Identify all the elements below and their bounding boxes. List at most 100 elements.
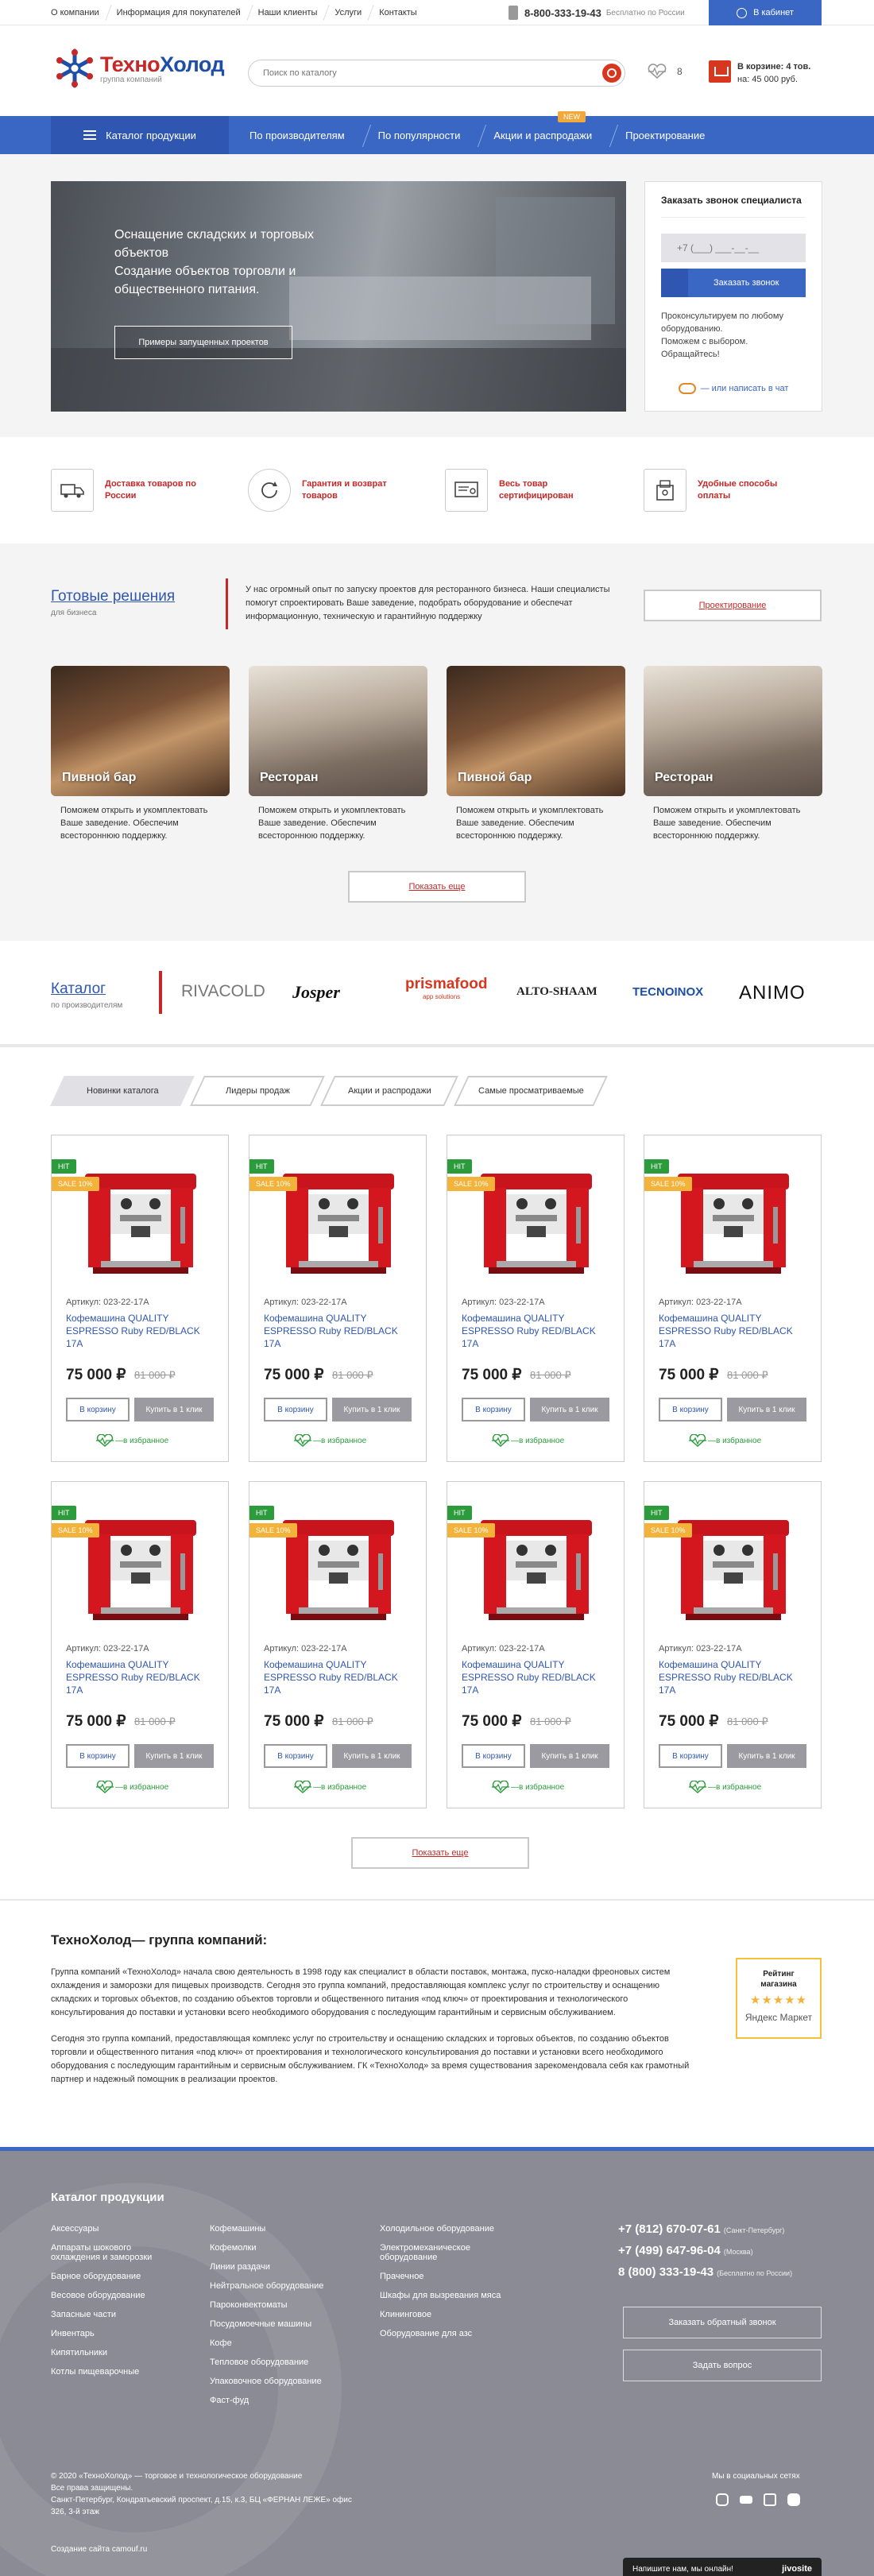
footer-link[interactable]: Прачечное [380, 2272, 523, 2281]
tab-most-viewed[interactable]: Самые просматриваемые [454, 1076, 608, 1106]
footer-link[interactable]: Посудомоечные машины [210, 2319, 369, 2329]
topnav-about[interactable]: О компании [51, 8, 109, 17]
footer-link[interactable]: Аксессуары [51, 2224, 194, 2234]
logo[interactable]: ТехноХолод группа компаний [54, 48, 225, 89]
nav-by-popularity[interactable]: По популярности [367, 130, 483, 141]
product-name[interactable]: Кофемашина QUALITY ESPRESSO Ruby RED/BLA… [462, 1658, 613, 1696]
brand-prismafood[interactable]: prismafood app solutions [405, 976, 487, 1000]
show-more-products-button[interactable]: Показать еще [351, 1837, 529, 1869]
add-to-favorites[interactable]: — в избранное [687, 1434, 761, 1447]
top-phone-number[interactable]: 8-800-333-19-43 [524, 7, 601, 19]
add-to-cart-button[interactable]: В корзину [462, 1744, 525, 1768]
buy-one-click-button[interactable]: Купить в 1 клик [332, 1744, 412, 1768]
add-to-favorites[interactable]: — в избранное [687, 1781, 761, 1793]
topnav-clients[interactable]: Наши клиенты [258, 8, 327, 17]
add-to-favorites[interactable]: — в избранное [95, 1781, 168, 1793]
footer-phone[interactable]: +7 (812) 670-07-61 (Санкт-Петербург) [618, 2222, 792, 2236]
brands-title[interactable]: Каталог [51, 981, 122, 998]
footer-link[interactable]: Шкафы для вызревания мяса [380, 2291, 523, 2300]
add-to-cart-button[interactable]: В корзину [659, 1744, 722, 1768]
footer-link[interactable]: Весовое оборудование [51, 2291, 194, 2300]
footer-link[interactable]: Барное оборудование [51, 2272, 194, 2281]
product-card[interactable]: HIT SALE 10% Артикул: 023-22-17А Кофемашина… [447, 1481, 625, 1808]
brand-tecnoinox[interactable]: TECNOINOX [632, 985, 703, 999]
callback-phone-input[interactable] [661, 234, 806, 262]
product-card[interactable]: HIT SALE 10% Артикул: 023-22-17А Кофемашина… [51, 1135, 229, 1462]
product-card[interactable]: HIT SALE 10% Артикул: 023-22-17А Кофемашина… [644, 1135, 822, 1462]
add-to-cart-button[interactable]: В корзину [264, 1398, 327, 1421]
buy-one-click-button[interactable]: Купить в 1 клик [530, 1398, 609, 1421]
topnav-buyers-info[interactable]: Информация для покупателей [117, 8, 250, 17]
product-name[interactable]: Кофемашина QUALITY ESPRESSO Ruby RED/BLA… [659, 1312, 810, 1350]
show-more-solutions-button[interactable]: Показать еще [348, 871, 526, 903]
search-icon[interactable] [602, 64, 621, 83]
add-to-cart-button[interactable]: В корзину [66, 1744, 130, 1768]
add-to-cart-button[interactable]: В корзину [66, 1398, 130, 1421]
product-name[interactable]: Кофемашина QUALITY ESPRESSO Ruby RED/BLA… [462, 1312, 613, 1350]
product-card[interactable]: HIT SALE 10% Артикул: 023-22-17А Кофемашина… [249, 1481, 427, 1808]
footer-link[interactable]: Фаст-фуд [210, 2396, 369, 2405]
product-name[interactable]: Кофемашина QUALITY ESPRESSO Ruby RED/BLA… [659, 1658, 810, 1696]
footer-link[interactable]: Тепловое оборудование [210, 2357, 369, 2367]
product-card[interactable]: HIT SALE 10% Артикул: 023-22-17А Кофемашина… [447, 1135, 625, 1462]
footer-developer-link[interactable]: Создание сайта camouf.ru [51, 2545, 147, 2554]
nav-by-manufacturer[interactable]: По производителям [238, 130, 367, 141]
footer-link[interactable]: Запасные части [51, 2310, 194, 2319]
footer-link[interactable]: Электромеханическое оборудование [380, 2243, 499, 2262]
tab-best-sellers[interactable]: Лидеры продаж [190, 1076, 325, 1106]
product-card[interactable]: HIT SALE 10% Артикул: 023-22-17А Кофемашина… [644, 1481, 822, 1808]
cart-link[interactable]: В корзине: 4 тов. на: 45 000 руб. [709, 60, 810, 86]
topnav-contacts[interactable]: Контакты [379, 8, 427, 17]
solutions-title[interactable]: Готовые решения [51, 588, 175, 605]
topnav-services[interactable]: Услуги [335, 8, 371, 17]
add-to-cart-button[interactable]: В корзину [264, 1744, 327, 1768]
footer-link[interactable]: Кофемашины [210, 2224, 369, 2234]
footer-link[interactable]: Кипятильники [51, 2348, 194, 2357]
nav-design[interactable]: Проектирование [614, 130, 727, 141]
footer-link[interactable]: Линии раздачи [210, 2262, 369, 2272]
product-card[interactable]: HIT SALE 10% Артикул: 023-22-17А Кофемашина… [249, 1135, 427, 1462]
add-to-cart-button[interactable]: В корзину [659, 1398, 722, 1421]
footer-link[interactable]: Кофемолки [210, 2243, 369, 2253]
footer-link[interactable]: Нейтральное оборудование [210, 2281, 369, 2291]
vk-icon[interactable] [739, 2496, 752, 2504]
design-button[interactable]: Проектирование [644, 590, 822, 621]
add-to-favorites[interactable]: — в избранное [490, 1781, 564, 1793]
footer-link[interactable]: Клининговое [380, 2310, 523, 2319]
buy-one-click-button[interactable]: Купить в 1 клик [727, 1398, 806, 1421]
solution-card[interactable]: Ресторан Поможем открыть и укомплектоват… [249, 666, 427, 842]
brand-animo[interactable]: ANIMO [739, 982, 806, 1004]
product-name[interactable]: Кофемашина QUALITY ESPRESSO Ruby RED/BLA… [264, 1658, 415, 1696]
footer-link[interactable]: Котлы пищеварочные [51, 2367, 194, 2377]
footer-phone[interactable]: +7 (499) 647-96-04 (Москва) [618, 2244, 792, 2257]
solution-card[interactable]: Ресторан Поможем открыть и укомплектоват… [644, 666, 822, 842]
youtube-icon[interactable] [787, 2493, 800, 2506]
buy-one-click-button[interactable]: Купить в 1 клик [134, 1398, 214, 1421]
product-name[interactable]: Кофемашина QUALITY ESPRESSO Ruby RED/BLA… [66, 1658, 217, 1696]
buy-one-click-button[interactable]: Купить в 1 клик [134, 1744, 214, 1768]
favorites-link[interactable]: 8 [647, 64, 683, 79]
footer-callback-button[interactable]: Заказать обратный звонок [623, 2307, 822, 2338]
buy-one-click-button[interactable]: Купить в 1 клик [530, 1744, 609, 1768]
search-input[interactable] [249, 60, 582, 86]
footer-link[interactable]: Упаковочное оборудование [210, 2377, 369, 2386]
add-to-favorites[interactable]: — в избранное [292, 1781, 366, 1793]
tab-new[interactable]: Новинки каталога [50, 1076, 195, 1106]
add-to-cart-button[interactable]: В корзину [462, 1398, 525, 1421]
product-card[interactable]: HIT SALE 10% Артикул: 023-22-17А Кофемашина… [51, 1481, 229, 1808]
top-phone[interactable]: 8-800-333-19-43 Бесплатно по России [509, 0, 685, 25]
hero-projects-button[interactable]: Примеры запущенных проектов [114, 326, 292, 359]
chat-widget[interactable]: Напишите нам, мы онлайн! jivosite [623, 2558, 822, 2576]
footer-link[interactable]: Холодильное оборудование [380, 2224, 523, 2234]
nav-promotions[interactable]: Акции и распродажи [482, 130, 614, 141]
catalog-menu-button[interactable]: Каталог продукции [51, 116, 229, 154]
brand-alto-shaam[interactable]: ALTO-SHAAM [516, 985, 597, 999]
callback-button[interactable]: Заказать звонок [661, 269, 806, 297]
facebook-icon[interactable] [763, 2493, 776, 2506]
instagram-icon[interactable] [715, 2493, 729, 2506]
chat-link[interactable]: — или написать в чат [661, 383, 806, 394]
brand-josper[interactable]: Josper [292, 982, 340, 1003]
solution-card[interactable]: Пивной бар Поможем открыть и укомплектов… [51, 666, 230, 842]
yandex-market-rating[interactable]: Рейтинг магазина ★★★★★ Яндекс Маркет [736, 1958, 822, 2039]
add-to-favorites[interactable]: — в избранное [490, 1434, 564, 1447]
